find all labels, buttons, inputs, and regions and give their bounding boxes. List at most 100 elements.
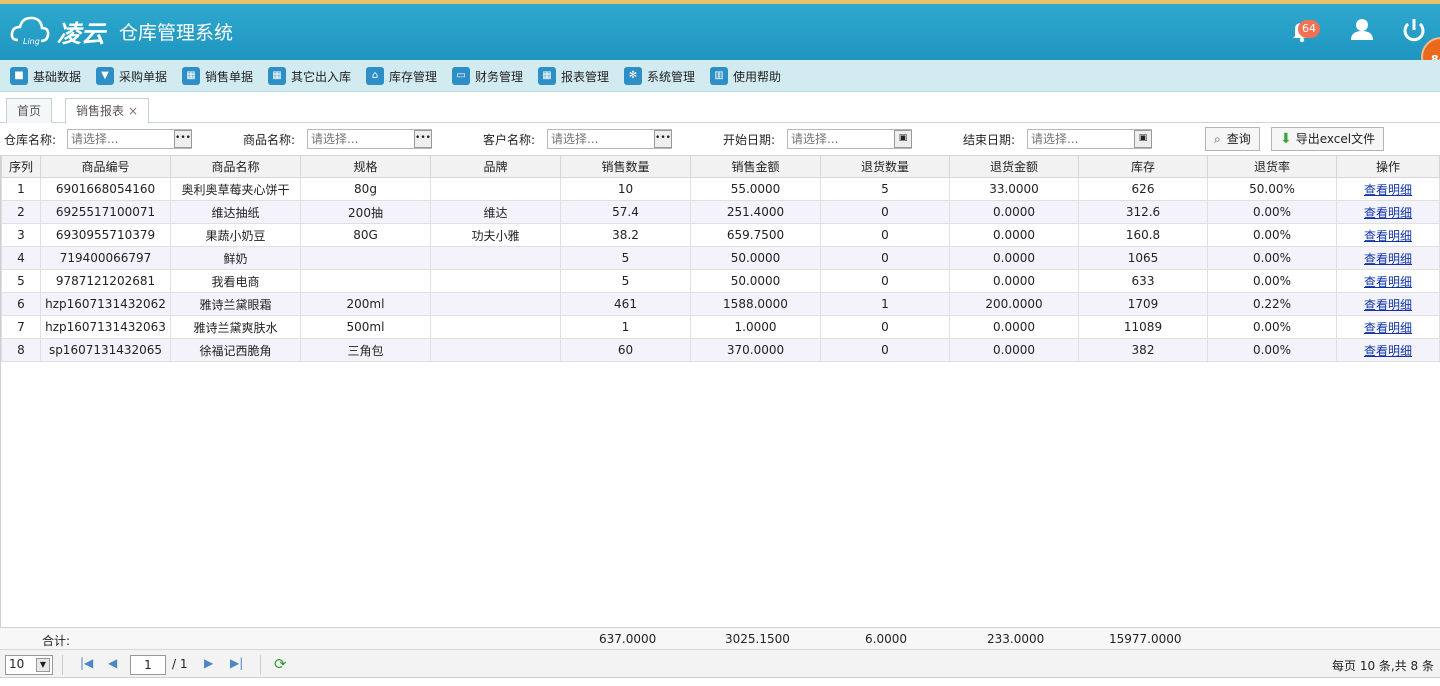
power-icon[interactable] — [1400, 16, 1428, 44]
menu-item-label: 销售单据 — [205, 69, 254, 84]
home-icon: ⌂ — [366, 67, 384, 85]
column-header: 退货率 — [1207, 155, 1337, 178]
table-cell: 0.00% — [1207, 338, 1337, 362]
query-button[interactable]: ⌕ 查询 — [1205, 127, 1260, 151]
close-icon[interactable]: × — [128, 104, 138, 118]
column-header: 序列 — [1, 155, 41, 178]
table-cell: 200.0000 — [949, 292, 1079, 316]
table-cell: 5 — [560, 269, 691, 293]
table-cell: 500ml — [300, 315, 431, 339]
table-cell — [430, 315, 561, 339]
view-detail-link[interactable]: 查看明细 — [1364, 252, 1412, 266]
table-cell: 633 — [1078, 269, 1208, 293]
table-cell: 57.4 — [560, 200, 691, 224]
table-cell: 维达 — [430, 200, 561, 224]
next-page-icon[interactable]: ▶ — [204, 656, 213, 670]
table-cell: 0.0000 — [949, 246, 1079, 270]
menu-item-basic-data[interactable]: ■ 基础数据 — [10, 66, 81, 86]
last-page-icon[interactable]: ▶| — [230, 656, 243, 670]
view-detail-link[interactable]: 查看明细 — [1364, 183, 1412, 197]
calendar-icon[interactable]: ▣ — [894, 130, 912, 148]
sales-report-grid: 序列 商品编号 商品名称 规格 品牌 销售数量 销售金额 退货数量 退货金额 库存 退货率 操作 16… — [0, 155, 1440, 627]
menu-item-sales[interactable]: ▦ 销售单据 — [182, 66, 253, 86]
column-header: 规格 — [300, 155, 431, 178]
column-header: 销售金额 — [690, 155, 821, 178]
table-cell: 0 — [820, 269, 950, 293]
page-number-input[interactable]: 1 — [130, 655, 166, 675]
table-cell: 11089 — [1078, 315, 1208, 339]
table-cell: 1 — [820, 292, 950, 316]
table-cell — [300, 246, 431, 270]
table-cell: 功夫小雅 — [430, 223, 561, 247]
product-label: 商品名称: — [243, 133, 296, 147]
menu-item-purchase[interactable]: ▼ 采购单据 — [96, 66, 167, 86]
table-cell: 0.0000 — [949, 338, 1079, 362]
table-cell: 200抽 — [300, 200, 431, 224]
menu-item-label: 系统管理 — [647, 69, 696, 84]
menu-item-reports[interactable]: ▦ 报表管理 — [538, 66, 609, 86]
table-cell — [430, 292, 561, 316]
view-detail-link[interactable]: 查看明细 — [1364, 344, 1412, 358]
user-icon[interactable] — [1348, 16, 1376, 44]
table-cell: 6901668054160 — [40, 177, 171, 201]
refresh-icon[interactable]: ⟳ — [274, 655, 287, 673]
table-cell — [300, 269, 431, 293]
table-cell: 徐福记西脆角 — [170, 338, 301, 362]
menu-item-label: 报表管理 — [561, 69, 610, 84]
tab-sales-report[interactable]: 销售报表 × — [65, 98, 150, 124]
view-detail-link[interactable]: 查看明细 — [1364, 229, 1412, 243]
table-cell: 7 — [1, 315, 41, 339]
table-cell: 0 — [820, 338, 950, 362]
card-icon: ▭ — [452, 67, 470, 85]
ellipsis-icon[interactable]: ••• — [174, 130, 192, 148]
table-body: 1 6901668054160 奥利奥草莓夹心饼干 80g 10 55.0000 5 33.0… — [1, 177, 1440, 362]
page-size-select[interactable]: 10 ▼ — [5, 655, 53, 675]
table-cell: hzp1607131432062 — [40, 292, 171, 316]
table-row: 2 6925517100071 维达抽纸 200抽 维达 57.4 251.4000 0 0.0… — [1, 200, 1440, 224]
total-stock: 15977.0000 — [1109, 632, 1182, 646]
view-detail-link[interactable]: 查看明细 — [1364, 206, 1412, 220]
menu-item-finance[interactable]: ▭ 财务管理 — [452, 66, 523, 86]
table-cell — [430, 177, 561, 201]
brand-name: 凌云 — [57, 20, 105, 48]
menu-item-system[interactable]: ✻ 系统管理 — [624, 66, 695, 86]
sales-report-table: 序列 商品编号 商品名称 规格 品牌 销售数量 销售金额 退货数量 退货金额 库存 退货率 操作 16… — [1, 155, 1440, 362]
customer-label: 客户名称: — [483, 133, 536, 147]
column-header: 商品编号 — [40, 155, 171, 178]
view-detail-link[interactable]: 查看明细 — [1364, 321, 1412, 335]
export-excel-button[interactable]: ⬇ 导出excel文件 — [1271, 127, 1385, 151]
basket-icon: ▼ — [96, 67, 114, 85]
table-cell: 50.00% — [1207, 177, 1337, 201]
view-detail-link[interactable]: 查看明细 — [1364, 298, 1412, 312]
table-row: 6 hzp1607131432062 雅诗兰黛眼霜 200ml 461 1588.0000… — [1, 292, 1440, 316]
menu-item-help[interactable]: ▥ 使用帮助 — [710, 66, 781, 86]
pager-separator — [62, 655, 63, 675]
table-cell: 0.00% — [1207, 315, 1337, 339]
table-row: 1 6901668054160 奥利奥草莓夹心饼干 80g 10 55.0000 5 33.0… — [1, 177, 1440, 201]
table-cell — [430, 246, 561, 270]
ellipsis-icon[interactable]: ••• — [414, 130, 432, 148]
table-cell: 461 — [560, 292, 691, 316]
table-cell: 维达抽纸 — [170, 200, 301, 224]
table-cell: 0.0000 — [949, 315, 1079, 339]
ellipsis-icon[interactable]: ••• — [654, 130, 672, 148]
page-size-value: 10 — [9, 657, 25, 671]
first-page-icon[interactable]: |◀ — [80, 656, 93, 670]
table-cell: sp1607131432065 — [40, 338, 171, 362]
table-cell: 60 — [560, 338, 691, 362]
action-cell: 查看明细 — [1336, 223, 1440, 247]
table-header-row: 序列 商品编号 商品名称 规格 品牌 销售数量 销售金额 退货数量 退货金额 库存 退货率 操作 — [1, 155, 1440, 178]
menu-item-other-io[interactable]: ▦ 其它出入库 — [268, 66, 351, 86]
tab-home[interactable]: 首页 — [6, 98, 53, 123]
calendar-icon[interactable]: ▣ — [1134, 130, 1152, 148]
start-date-label: 开始日期: — [723, 133, 776, 147]
totals-row: 合计: 637.0000 3025.1500 6.0000 233.0000 1… — [0, 627, 1440, 649]
view-detail-link[interactable]: 查看明细 — [1364, 275, 1412, 289]
table-cell: 鲜奶 — [170, 246, 301, 270]
tab-label: 首页 — [17, 104, 42, 118]
table-row: 4 719400066797 鲜奶 5 50.0000 0 0.0000 1065 0.00% 查… — [1, 246, 1440, 270]
menu-item-inventory[interactable]: ⌂ 库存管理 — [366, 66, 437, 86]
pager-separator — [260, 655, 261, 675]
prev-page-icon[interactable]: ◀ — [108, 656, 117, 670]
table-cell: 1588.0000 — [690, 292, 821, 316]
